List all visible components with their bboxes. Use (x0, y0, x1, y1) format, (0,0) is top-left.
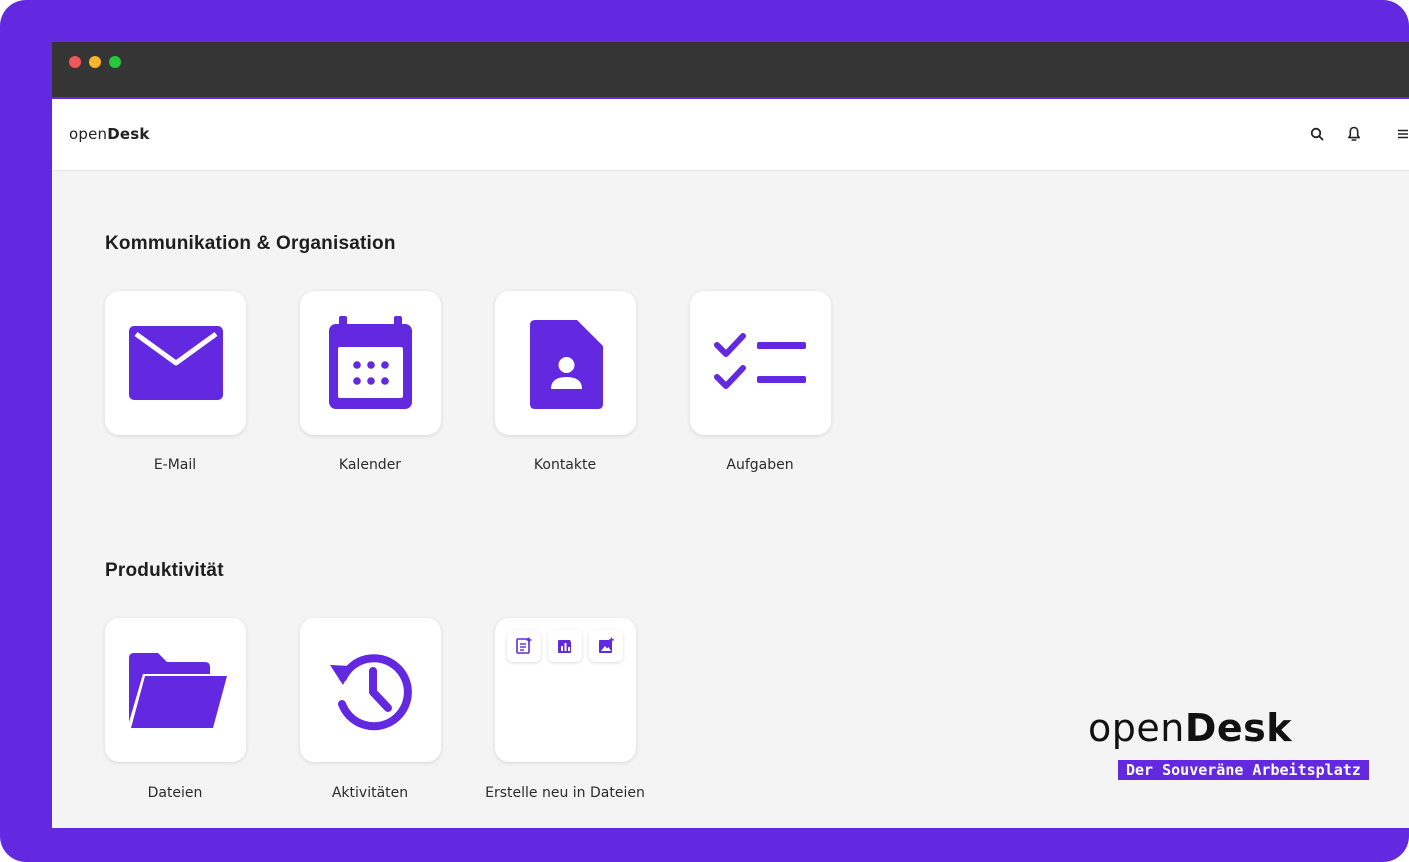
brand-logo[interactable]: openDesk (69, 125, 150, 143)
menu-button[interactable] (1392, 123, 1409, 145)
app-tile-tasks[interactable] (690, 291, 831, 435)
device-frame: openDesk Kommunikation & Organisation E-… (0, 0, 1409, 862)
app-tile-create-new (495, 618, 636, 762)
minimize-window-button[interactable] (89, 56, 101, 68)
new-presentation-button[interactable] (589, 630, 623, 662)
contact-icon (530, 320, 603, 409)
app-label-create-new: Erstelle neu in Dateien (485, 785, 645, 801)
close-window-button[interactable] (69, 56, 81, 68)
app-label-files: Dateien (147, 785, 203, 801)
promo-tagline: Der Souveräne Arbeitsplatz (1118, 760, 1369, 780)
new-document-icon (516, 637, 532, 654)
app-tile-calendar[interactable] (300, 291, 441, 435)
search-icon (1310, 127, 1324, 141)
brand-prefix: open (69, 125, 108, 143)
notifications-button[interactable] (1343, 123, 1365, 145)
history-icon (330, 654, 412, 731)
new-document-button[interactable] (507, 630, 541, 662)
app-label-email: E-Mail (153, 457, 197, 473)
section-title-productivity: Produktivität (105, 560, 224, 581)
app-label-tasks: Aufgaben (726, 457, 794, 473)
brand-suffix: Desk (107, 125, 150, 143)
folder-icon (129, 653, 227, 728)
app-label-contacts: Kontakte (533, 457, 597, 473)
section-title-communication: Kommunikation & Organisation (105, 233, 396, 254)
app-header: openDesk (52, 99, 1409, 171)
new-spreadsheet-button[interactable] (548, 630, 582, 662)
promo-brand-suffix: Desk (1184, 706, 1293, 750)
bell-icon (1348, 126, 1360, 141)
promo-logo: openDesk (1088, 706, 1292, 750)
tasks-icon (714, 333, 806, 389)
mail-icon (129, 326, 223, 400)
app-tile-contacts[interactable] (495, 291, 636, 435)
window-titlebar (52, 42, 1409, 99)
new-presentation-icon (599, 637, 614, 653)
app-tile-activities[interactable] (300, 618, 441, 762)
menu-icon (1398, 129, 1408, 139)
app-tile-files[interactable] (105, 618, 246, 762)
search-button[interactable] (1306, 123, 1328, 145)
app-tile-email[interactable] (105, 291, 246, 435)
app-label-activities: Aktivitäten (331, 785, 409, 801)
maximize-window-button[interactable] (109, 56, 121, 68)
app-label-calendar: Kalender (338, 457, 402, 473)
calendar-icon (329, 316, 412, 409)
new-spreadsheet-icon (558, 637, 572, 653)
promo-brand-prefix: open (1088, 706, 1185, 750)
